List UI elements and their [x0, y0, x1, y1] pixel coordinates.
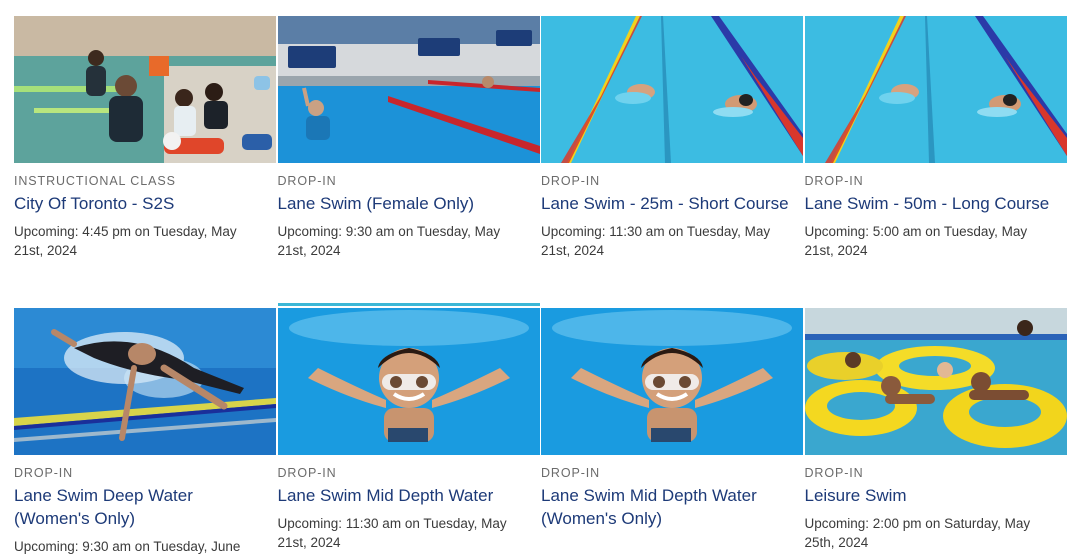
underwater-swimmer-photo[interactable] [277, 308, 540, 455]
program-category: DROP-IN [804, 174, 864, 188]
program-title[interactable]: Lane Swim Mid Depth Water [278, 484, 540, 507]
lap-swimmers-photo[interactable] [541, 16, 803, 163]
pool-float-rings-photo[interactable] [804, 308, 1067, 455]
program-title[interactable]: Lane Swim - 25m - Short Course [541, 192, 803, 215]
program-upcoming: Upcoming: 9:30 am on Tuesday, June [14, 539, 241, 554]
program-row: DROP-IN Lane Swim Deep Water (Women's On… [14, 303, 1068, 554]
program-title[interactable]: City Of Toronto - S2S [14, 192, 276, 215]
pool-lane-photo[interactable] [277, 16, 540, 163]
program-title[interactable]: Lane Swim Deep Water (Women's Only) [14, 484, 276, 530]
program-card[interactable]: INSTRUCTIONAL CLASS City Of Toronto - S2… [14, 16, 278, 308]
program-upcoming: Upcoming: 4:45 pm on Tuesday, May 21st, … [14, 224, 237, 258]
program-card[interactable]: DROP-IN Lane Swim (Female Only) Upcoming… [277, 16, 541, 308]
program-upcoming: Upcoming: 11:30 am on Tuesday, May 21st,… [541, 224, 771, 258]
program-category: DROP-IN [804, 466, 864, 480]
program-upcoming: Upcoming: 2:00 pm on Saturday, May 25th,… [804, 516, 1031, 550]
program-card[interactable]: DROP-IN Lane Swim - 50m - Long Course Up… [804, 16, 1068, 308]
program-card[interactable]: DROP-IN Lane Swim Mid Depth Water Upcomi… [277, 303, 541, 554]
program-category: DROP-IN [541, 466, 601, 480]
program-title[interactable]: Leisure Swim [805, 484, 1067, 507]
program-card[interactable]: DROP-IN Lane Swim Mid Depth Water (Women… [541, 308, 805, 554]
lap-swimmers-photo[interactable] [804, 16, 1067, 163]
program-upcoming: Upcoming: 9:30 am on Tuesday, May 21st, … [277, 224, 501, 258]
active-card-indicator [277, 303, 540, 306]
underwater-swimmer-photo[interactable] [541, 308, 803, 455]
program-category: DROP-IN [277, 466, 337, 480]
program-category: DROP-IN [541, 174, 601, 188]
program-upcoming: Upcoming: 11:30 am on Tuesday, May 21st,… [277, 516, 507, 550]
program-upcoming: Upcoming: 5:00 am on Tuesday, May 21st, … [804, 224, 1028, 258]
program-category: DROP-IN [14, 466, 74, 480]
program-title[interactable]: Lane Swim Mid Depth Water (Women's Only) [541, 484, 803, 530]
program-card[interactable]: DROP-IN Leisure Swim Upcoming: 2:00 pm o… [804, 308, 1068, 554]
program-category: INSTRUCTIONAL CLASS [14, 174, 176, 188]
program-category: DROP-IN [277, 174, 337, 188]
program-title[interactable]: Lane Swim (Female Only) [278, 192, 540, 215]
program-grid: INSTRUCTIONAL CLASS City Of Toronto - S2… [14, 16, 1068, 554]
program-card[interactable]: DROP-IN Lane Swim Deep Water (Women's On… [14, 308, 278, 554]
program-title[interactable]: Lane Swim - 50m - Long Course [805, 192, 1067, 215]
freestyle-swimmer-photo[interactable] [14, 308, 276, 455]
swim-lesson-photo[interactable] [14, 16, 276, 163]
program-card[interactable]: DROP-IN Lane Swim - 25m - Short Course U… [541, 16, 805, 308]
program-row: INSTRUCTIONAL CLASS City Of Toronto - S2… [14, 16, 1068, 308]
